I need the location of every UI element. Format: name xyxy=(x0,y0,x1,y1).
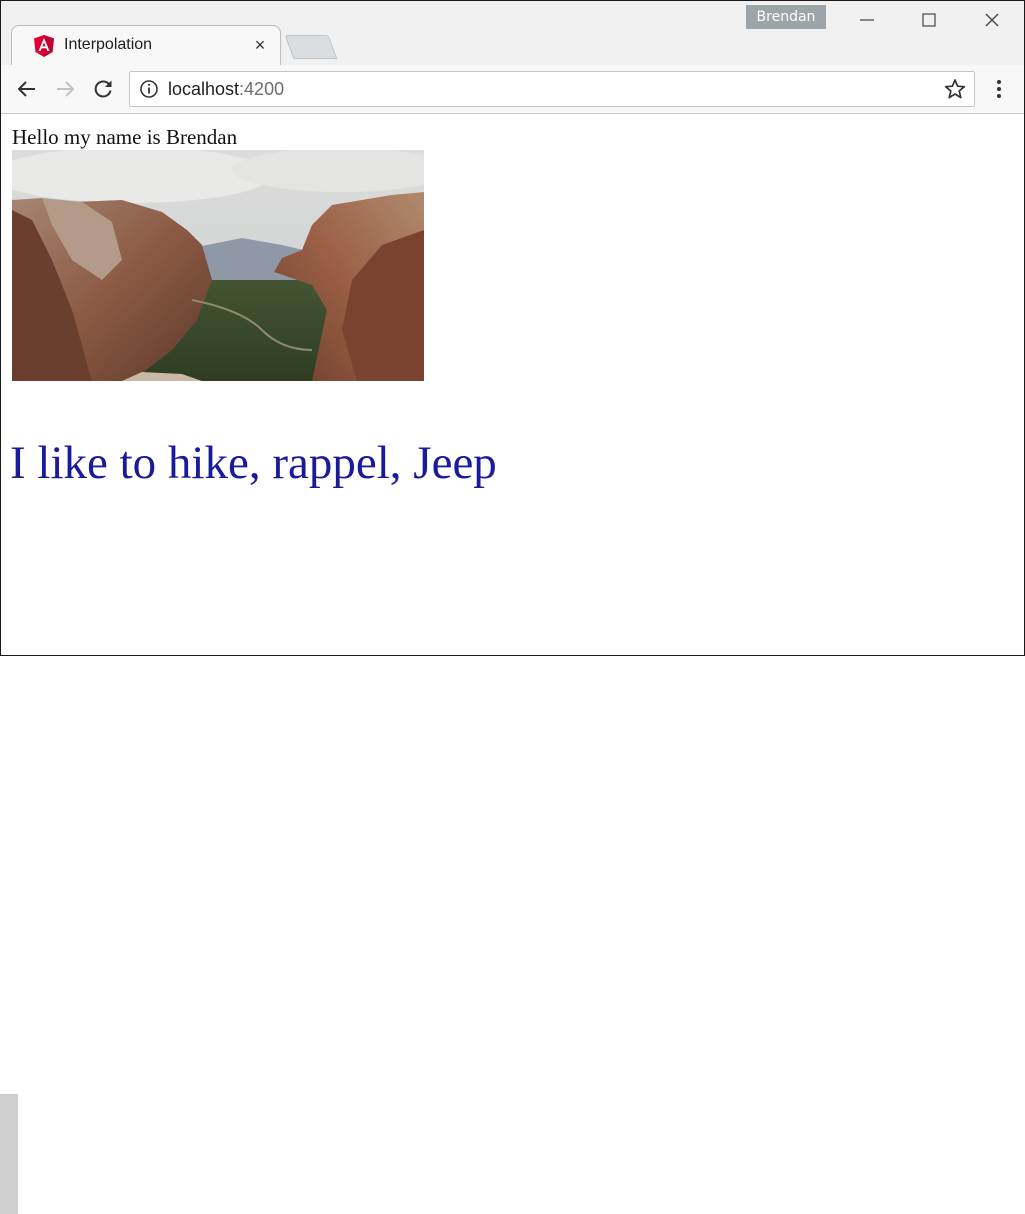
title-bar: Interpolation × Brendan xyxy=(1,1,1024,66)
maximize-icon xyxy=(922,13,936,27)
url-text[interactable]: localhost:4200 xyxy=(168,78,284,100)
info-icon[interactable] xyxy=(139,79,159,99)
kebab-menu-icon[interactable] xyxy=(989,77,1009,103)
arrow-left-icon xyxy=(17,81,35,97)
angular-icon xyxy=(34,35,54,57)
canyon-photo xyxy=(12,150,424,381)
url-host: localhost xyxy=(168,79,240,99)
close-window-button[interactable] xyxy=(969,5,1015,35)
address-bar[interactable]: localhost:4200 xyxy=(129,71,975,107)
close-icon xyxy=(985,13,999,27)
browser-tab[interactable]: Interpolation × xyxy=(11,25,281,66)
minimize-button[interactable] xyxy=(844,5,890,35)
url-port: :4200 xyxy=(239,79,285,99)
tab-close-icon[interactable]: × xyxy=(250,35,270,55)
browser-toolbar: localhost:4200 xyxy=(1,65,1024,114)
new-tab-button[interactable] xyxy=(284,35,338,59)
reload-button[interactable] xyxy=(89,75,117,103)
forward-button[interactable] xyxy=(51,75,79,103)
profile-badge[interactable]: Brendan xyxy=(746,5,826,29)
minimize-icon xyxy=(860,19,874,21)
maximize-button[interactable] xyxy=(906,5,952,35)
reload-icon xyxy=(94,80,112,98)
tab-title: Interpolation xyxy=(64,36,153,53)
greeting-text: Hello my name is Brendan xyxy=(12,125,238,149)
arrow-right-icon xyxy=(57,81,75,97)
page-content: Hello my name is Brendan I like to hike,… xyxy=(1,114,1024,655)
browser-window: Interpolation × Brendan localhost:4200 H… xyxy=(0,0,1025,656)
hobbies-text: I like to hike, rappel, Jeep xyxy=(10,437,497,489)
star-icon[interactable] xyxy=(944,78,966,100)
gray-side-bar xyxy=(0,1094,18,1214)
back-button[interactable] xyxy=(13,75,41,103)
